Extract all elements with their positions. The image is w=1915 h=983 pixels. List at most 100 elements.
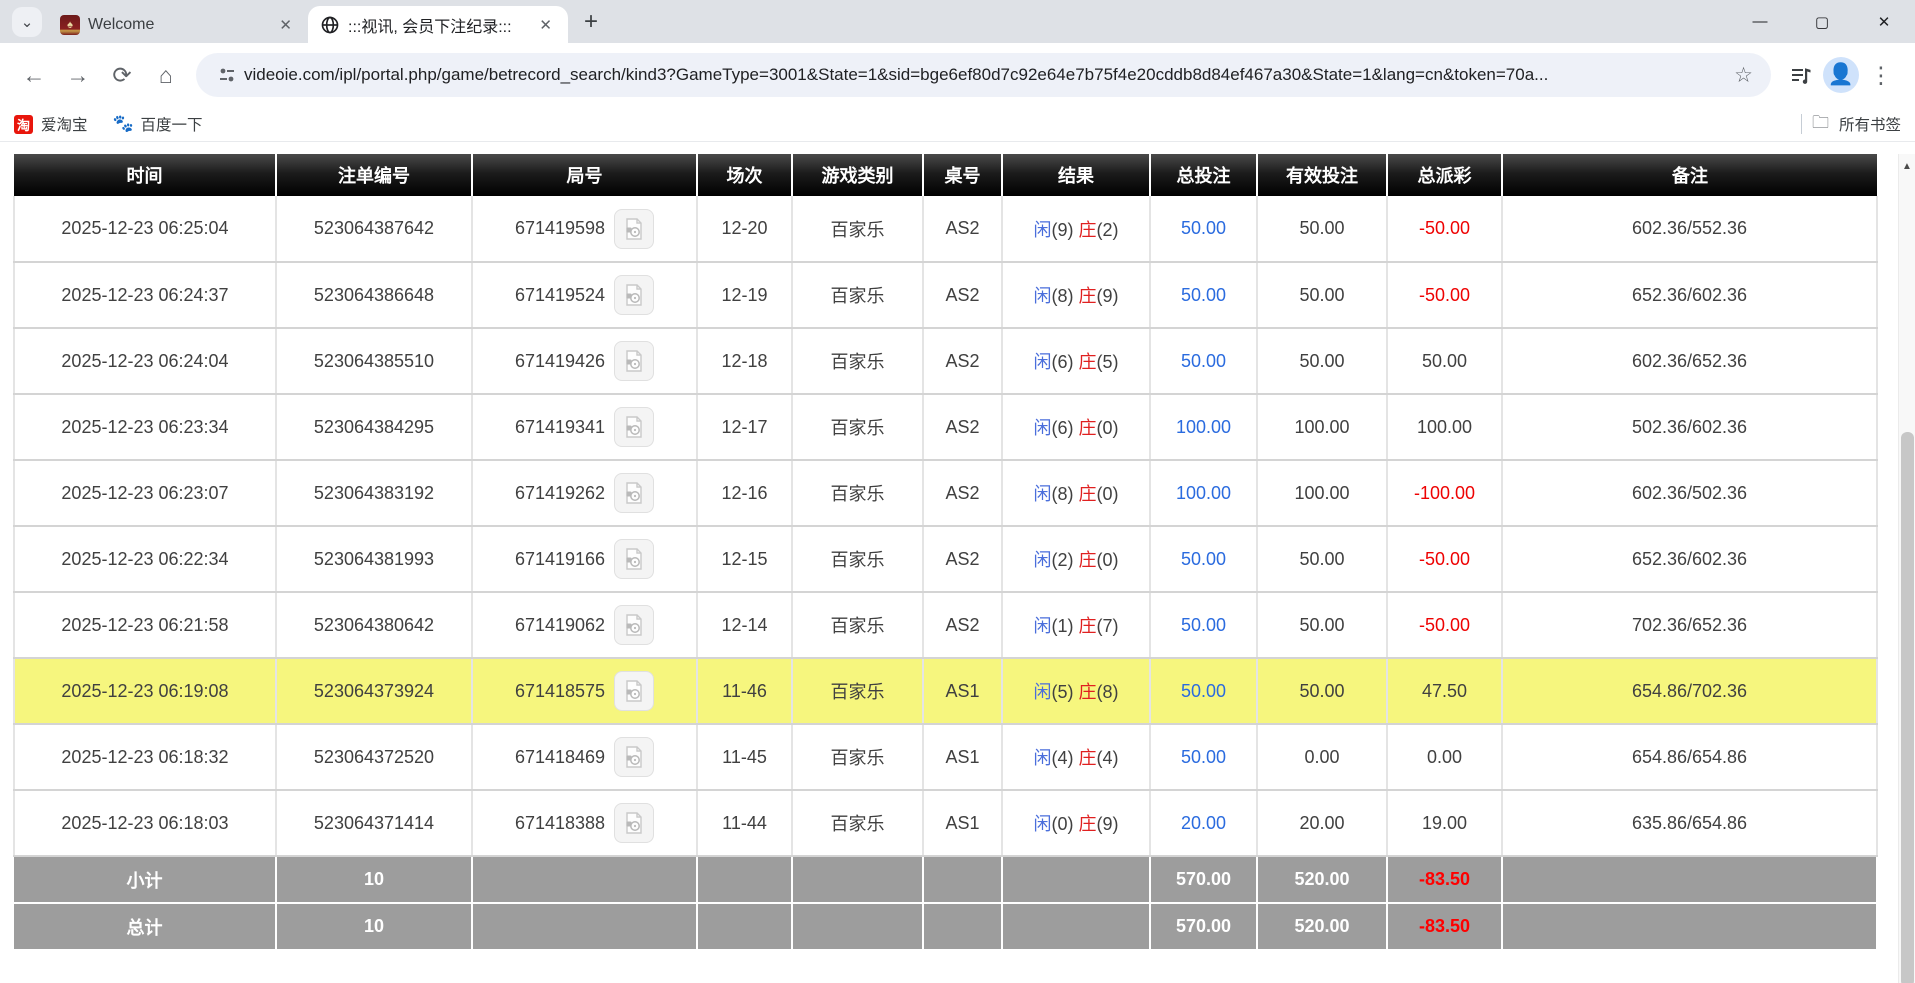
result-cell: 闲(8) 庄(0) xyxy=(1002,460,1150,526)
tab-bet-record[interactable]: :::视讯, 会员下注纪录::: ✕ xyxy=(308,6,568,43)
bet-id-cell: 523064387642 xyxy=(276,196,472,262)
video-replay-button[interactable] xyxy=(614,737,654,777)
subtotal-valid-bet: 520.00 xyxy=(1257,856,1387,903)
video-replay-button[interactable] xyxy=(614,407,654,447)
valid-bet-cell: 50.00 xyxy=(1257,328,1387,394)
round-cell: 671418575 xyxy=(472,658,697,724)
valid-bet-cell: 50.00 xyxy=(1257,262,1387,328)
payout-cell: 19.00 xyxy=(1387,790,1502,856)
total-bet-link[interactable]: 50.00 xyxy=(1181,681,1226,701)
reload-button[interactable]: ⟳ xyxy=(100,53,144,97)
total-payout: -83.50 xyxy=(1387,903,1502,950)
site-info-icon[interactable] xyxy=(210,65,244,85)
video-replay-button[interactable] xyxy=(614,275,654,315)
column-header: 场次 xyxy=(697,154,792,196)
game-type-cell: 百家乐 xyxy=(792,394,923,460)
video-replay-button[interactable] xyxy=(614,473,654,513)
media-controls-icon[interactable] xyxy=(1779,53,1823,97)
total-bet-link[interactable]: 20.00 xyxy=(1181,813,1226,833)
maximize-button[interactable]: ▢ xyxy=(1791,0,1853,43)
total-bet-link[interactable]: 50.00 xyxy=(1181,218,1226,238)
player-result: 闲 xyxy=(1033,550,1051,570)
bookmark-aitaobao[interactable]: 淘 爱淘宝 xyxy=(14,113,88,135)
subtotal-label: 小计 xyxy=(14,856,276,903)
home-button[interactable]: ⌂ xyxy=(144,53,188,97)
all-bookmarks-label: 所有书签 xyxy=(1839,113,1901,135)
payout-cell: 50.00 xyxy=(1387,328,1502,394)
time-cell: 2025-12-23 06:24:37 xyxy=(14,262,276,328)
url-text[interactable]: videoie.com/ipl/portal.php/game/betrecor… xyxy=(244,65,1730,85)
video-replay-button[interactable] xyxy=(614,803,654,843)
total-bet-link[interactable]: 50.00 xyxy=(1181,351,1226,371)
table-header-row: 时间注单编号局号场次游戏类别桌号结果总投注有效投注总派彩备注 xyxy=(14,154,1877,196)
table-row: 2025-12-23 06:21:58 523064380642 6714190… xyxy=(14,592,1877,658)
banker-result: 庄 xyxy=(1079,748,1097,768)
profile-avatar[interactable]: 👤 xyxy=(1823,57,1859,93)
game-type-cell: 百家乐 xyxy=(792,658,923,724)
video-replay-button[interactable] xyxy=(614,539,654,579)
game-type-cell: 百家乐 xyxy=(792,526,923,592)
page-content: 时间注单编号局号场次游戏类别桌号结果总投注有效投注总派彩备注 2025-12-2… xyxy=(0,154,1915,983)
tab-search-button[interactable]: ⌄ xyxy=(12,7,42,37)
player-result: 闲 xyxy=(1033,220,1051,240)
payout-cell: -100.00 xyxy=(1387,460,1502,526)
player-result: 闲 xyxy=(1033,286,1051,306)
scroll-up-arrow-icon[interactable]: ▲ xyxy=(1899,154,1915,178)
taobao-icon: 淘 xyxy=(14,115,33,134)
all-bookmarks-button[interactable]: 所有书签 xyxy=(1839,113,1901,135)
back-button[interactable]: ← xyxy=(12,53,56,97)
total-bet-link[interactable]: 100.00 xyxy=(1176,483,1231,503)
minimize-button[interactable]: — xyxy=(1729,0,1791,43)
total-bet-cell: 50.00 xyxy=(1150,592,1257,658)
browser-toolbar: ← → ⟳ ⌂ videoie.com/ipl/portal.php/game/… xyxy=(0,43,1915,107)
column-header: 注单编号 xyxy=(276,154,472,196)
tab-welcome[interactable]: ♠ Welcome ✕ xyxy=(48,6,308,43)
page-scrollbar[interactable]: ▲ xyxy=(1898,154,1915,983)
total-bet-link[interactable]: 100.00 xyxy=(1176,417,1231,437)
new-tab-button[interactable]: + xyxy=(574,5,608,39)
game-type-cell: 百家乐 xyxy=(792,328,923,394)
total-bet-cell: 100.00 xyxy=(1150,394,1257,460)
remark-cell: 654.86/654.86 xyxy=(1502,724,1877,790)
scrollbar-thumb[interactable] xyxy=(1901,432,1914,983)
round-cell: 671419426 xyxy=(472,328,697,394)
bookmark-baidu[interactable]: 🐾 百度一下 xyxy=(114,113,203,135)
total-total-bet: 570.00 xyxy=(1150,903,1257,950)
total-bet-link[interactable]: 50.00 xyxy=(1181,747,1226,767)
total-bet-link[interactable]: 50.00 xyxy=(1181,285,1226,305)
payout-cell: -50.00 xyxy=(1387,262,1502,328)
round-cell: 671419341 xyxy=(472,394,697,460)
bet-id-cell: 523064386648 xyxy=(276,262,472,328)
bookmark-star-icon[interactable]: ☆ xyxy=(1730,63,1757,88)
video-replay-button[interactable] xyxy=(614,671,654,711)
session-cell: 11-44 xyxy=(697,790,792,856)
chrome-menu-icon[interactable]: ⋮ xyxy=(1859,53,1903,97)
banker-result: 庄 xyxy=(1079,616,1097,636)
total-label: 总计 xyxy=(14,903,276,950)
valid-bet-cell: 50.00 xyxy=(1257,592,1387,658)
banker-result: 庄 xyxy=(1079,550,1097,570)
video-replay-button[interactable] xyxy=(614,209,654,249)
video-replay-button[interactable] xyxy=(614,605,654,645)
video-replay-button[interactable] xyxy=(614,341,654,381)
total-bet-link[interactable]: 50.00 xyxy=(1181,549,1226,569)
globe-icon xyxy=(320,15,340,35)
session-cell: 12-14 xyxy=(697,592,792,658)
forward-button[interactable]: → xyxy=(56,53,100,97)
remark-cell: 602.36/552.36 xyxy=(1502,196,1877,262)
tab-close-icon[interactable]: ✕ xyxy=(533,14,558,36)
valid-bet-cell: 50.00 xyxy=(1257,526,1387,592)
result-cell: 闲(0) 庄(9) xyxy=(1002,790,1150,856)
remark-cell: 602.36/652.36 xyxy=(1502,328,1877,394)
total-bet-link[interactable]: 50.00 xyxy=(1181,615,1226,635)
valid-bet-cell: 50.00 xyxy=(1257,658,1387,724)
game-type-cell: 百家乐 xyxy=(792,460,923,526)
game-type-cell: 百家乐 xyxy=(792,790,923,856)
close-window-button[interactable]: ✕ xyxy=(1853,0,1915,43)
column-header: 备注 xyxy=(1502,154,1877,196)
table-row: 2025-12-23 06:23:07 523064383192 6714192… xyxy=(14,460,1877,526)
tab-close-icon[interactable]: ✕ xyxy=(273,14,298,36)
result-cell: 闲(6) 庄(5) xyxy=(1002,328,1150,394)
address-bar[interactable]: videoie.com/ipl/portal.php/game/betrecor… xyxy=(196,53,1771,97)
table-no-cell: AS1 xyxy=(923,658,1002,724)
